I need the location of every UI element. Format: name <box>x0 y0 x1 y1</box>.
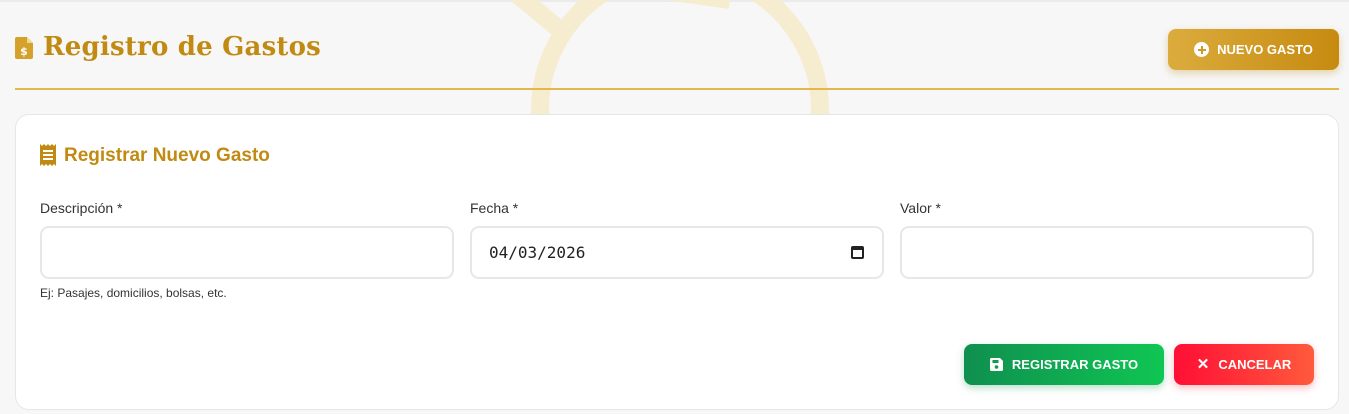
form-title: Registrar Nuevo Gasto <box>64 145 270 166</box>
x-icon: ✕ <box>1196 356 1210 373</box>
page-header: $ Registro de Gastos NUEVO GASTO <box>15 28 1339 90</box>
value-input[interactable] <box>900 226 1314 279</box>
expense-form-card: Registrar Nuevo Gasto Descripción * Ej: … <box>15 114 1339 410</box>
date-label: Fecha * <box>470 200 519 216</box>
new-expense-label: NUEVO GASTO <box>1217 42 1313 57</box>
cancel-button[interactable]: ✕ CANCELAR <box>1174 344 1314 385</box>
value-label: Valor * <box>900 200 941 216</box>
file-invoice-dollar-icon: $ <box>15 37 33 59</box>
cancel-label: CANCELAR <box>1218 357 1292 372</box>
date-input[interactable]: 04/03/2026 <box>470 226 884 279</box>
top-border <box>0 0 1349 2</box>
register-expense-label: REGISTRAR GASTO <box>1011 357 1139 372</box>
page-title: Registro de Gastos <box>43 32 321 62</box>
description-hint: Ej: Pasajes, domicilios, bolsas, etc. <box>40 286 227 300</box>
svg-text:$: $ <box>20 45 28 58</box>
description-label: Descripción * <box>40 200 123 216</box>
new-expense-button[interactable]: NUEVO GASTO <box>1168 29 1339 70</box>
date-value: 04/03/2026 <box>489 243 586 262</box>
calendar-icon[interactable] <box>851 246 864 259</box>
register-expense-button[interactable]: REGISTRAR GASTO <box>964 344 1164 385</box>
description-input[interactable] <box>40 226 454 279</box>
receipt-icon <box>40 144 56 166</box>
floppy-disk-icon <box>989 358 1003 371</box>
plus-circle-icon <box>1194 42 1210 57</box>
